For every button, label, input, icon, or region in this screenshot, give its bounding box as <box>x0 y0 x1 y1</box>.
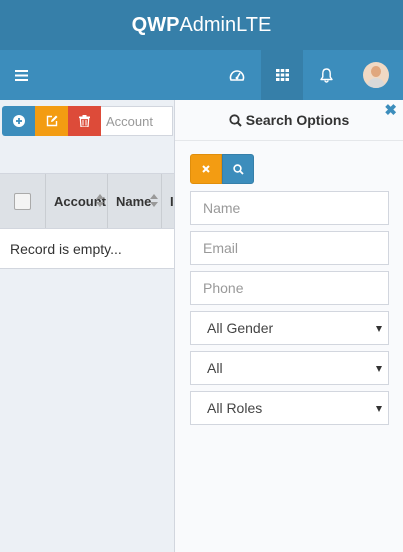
account-search-input[interactable] <box>101 106 173 136</box>
column-header-truncated[interactable]: I <box>162 174 174 228</box>
roles-select[interactable]: All Roles <box>190 391 389 425</box>
gender-select[interactable]: All Gender <box>190 311 389 345</box>
dashboard-icon <box>229 70 245 81</box>
add-button[interactable] <box>2 106 35 136</box>
divider <box>175 140 403 141</box>
search-icon <box>232 163 244 175</box>
edit-icon <box>46 115 57 127</box>
column-header-name[interactable]: Name <box>108 174 162 228</box>
apps-menu-button[interactable] <box>261 50 303 100</box>
notifications-button[interactable] <box>305 50 347 100</box>
column-header-label: Name <box>116 193 152 209</box>
logo-thin-text: AdminLTE <box>179 14 272 36</box>
column-header-account[interactable]: Account <box>46 174 108 228</box>
users-table: Account Name I Record is empty... <box>0 173 174 269</box>
search-actions <box>190 154 254 184</box>
user-menu-button[interactable] <box>355 50 397 100</box>
sidebar-toggle-button[interactable] <box>0 50 42 100</box>
chevron-down-icon <box>376 366 382 372</box>
gender-select-value: All Gender <box>207 320 274 336</box>
select-all-cell <box>0 174 46 228</box>
panel-title-label: Search Options <box>245 112 350 128</box>
logo-bold-text: QWP <box>131 14 180 36</box>
plus-circle-icon <box>12 115 25 127</box>
empty-table-message: Record is empty... <box>0 229 174 269</box>
name-field[interactable] <box>190 191 389 225</box>
table-header: Account Name I <box>0 173 174 229</box>
top-navbar <box>0 50 403 100</box>
avatar <box>363 62 389 88</box>
table-toolbar <box>2 106 173 136</box>
sort-icon <box>150 194 158 208</box>
select-all-checkbox[interactable] <box>14 192 31 210</box>
main-content: Account Name I Record is empty... <box>0 100 174 552</box>
status-select[interactable]: All <box>190 351 389 385</box>
panel-title: Search Options <box>175 112 403 128</box>
dashboard-button[interactable] <box>216 50 258 100</box>
phone-field[interactable] <box>190 271 389 305</box>
run-search-button[interactable] <box>222 154 254 184</box>
roles-select-value: All Roles <box>207 400 263 416</box>
bell-icon <box>319 67 333 83</box>
apps-grid-icon <box>275 69 289 81</box>
clear-search-button[interactable] <box>190 154 222 184</box>
search-icon <box>229 113 242 127</box>
search-options-panel: ✖ Search Options All Gender All All Role… <box>174 100 403 552</box>
sort-icon <box>96 194 104 208</box>
delete-button[interactable] <box>68 106 101 136</box>
edit-button[interactable] <box>35 106 68 136</box>
trash-icon <box>79 115 90 127</box>
menu-icon <box>14 69 28 81</box>
chevron-down-icon <box>376 326 382 332</box>
status-select-value: All <box>207 360 223 376</box>
app-logo[interactable]: QWPAdminLTE <box>0 0 403 50</box>
close-icon <box>202 165 210 173</box>
email-field[interactable] <box>190 231 389 265</box>
chevron-down-icon <box>376 406 382 412</box>
